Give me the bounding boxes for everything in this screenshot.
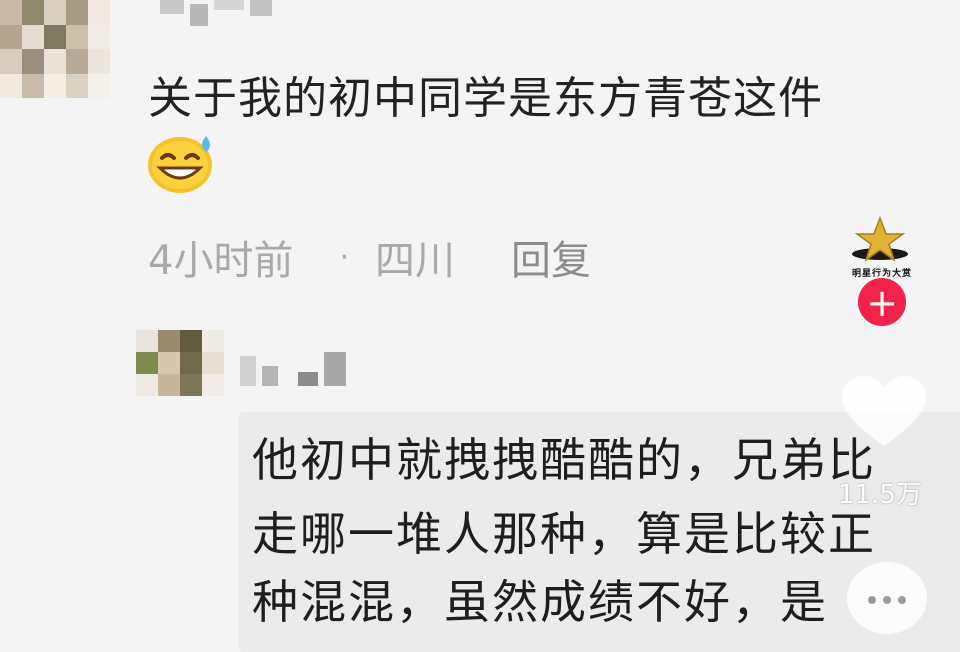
reply-button[interactable]: 回复	[511, 228, 591, 286]
comment-bubble-icon[interactable]	[844, 560, 930, 639]
like-count: 11.5万	[838, 480, 922, 510]
comment-meta: 4小时前 · 四川 回复	[148, 228, 591, 286]
reply-text-line: 他初中就拽拽酷酷的，兄弟比	[252, 433, 876, 487]
replier-avatar[interactable]	[136, 330, 224, 396]
follow-button[interactable]: +	[856, 276, 908, 328]
reply-text-line: 种混混，虽然成绩不好，是	[252, 575, 828, 629]
comment-location: 四川	[375, 238, 455, 284]
sweat-smile-emoji-icon	[148, 136, 212, 193]
meta-separator: ·	[339, 239, 349, 275]
replier-name-blurred[interactable]	[240, 352, 346, 386]
heart-icon[interactable]	[836, 372, 932, 452]
comment-time: 4小时前	[148, 238, 294, 284]
commenter-name-blurred[interactable]	[160, 0, 272, 26]
commenter-avatar[interactable]	[0, 0, 110, 98]
comment-text: 关于我的初中同学是东方青苍这件	[148, 73, 823, 124]
reply-text-line: 走哪一堆人那种，算是比较正	[252, 507, 876, 561]
